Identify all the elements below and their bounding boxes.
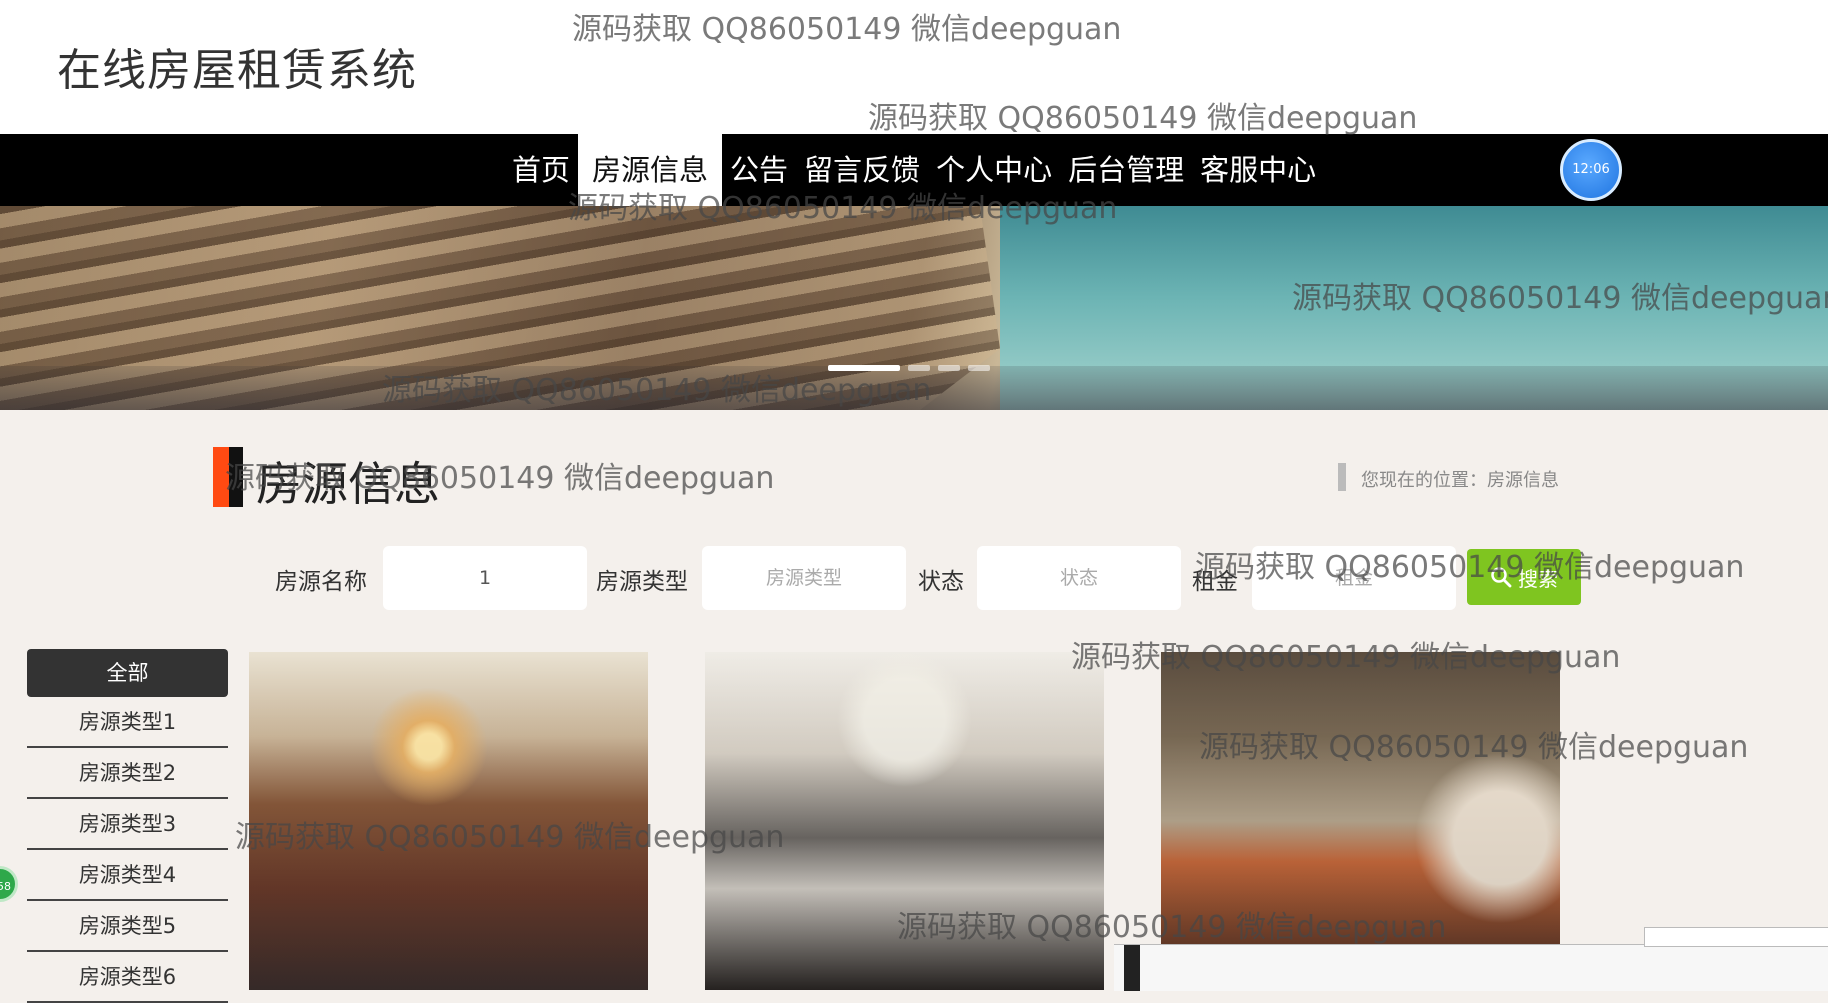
site-title: 在线房屋租赁系统 <box>57 45 417 96</box>
image-shade <box>705 652 1104 990</box>
section-title-accent <box>213 447 243 507</box>
toolbar-top-strip <box>1644 927 1828 947</box>
carousel-dot-4[interactable] <box>968 365 990 371</box>
side-float-badge[interactable]: 58 <box>0 866 18 902</box>
carousel-dot-3[interactable] <box>938 365 960 371</box>
image-shade <box>249 652 648 990</box>
search-icon <box>1491 567 1512 588</box>
section-title: 房源信息 <box>256 457 440 511</box>
category-item[interactable]: 房源类型4 <box>27 851 228 901</box>
breadcrumb-accent <box>1338 463 1346 491</box>
nav-item-support[interactable]: 客服中心 <box>1192 134 1324 206</box>
carousel-dot-2[interactable] <box>908 365 930 371</box>
main-navbar: 首页 房源信息 公告 留言反馈 个人中心 后台管理 客服中心 <box>0 134 1828 206</box>
banner-carousel <box>0 206 1828 410</box>
type-label: 房源类型 <box>596 569 688 595</box>
clock-widget: 12:06 <box>1560 139 1622 201</box>
category-item[interactable]: 房源类型1 <box>27 698 228 748</box>
carousel-indicators <box>828 365 990 371</box>
carousel-dot-1[interactable] <box>828 365 900 371</box>
listing-card-image[interactable] <box>249 652 648 990</box>
nav-item-home[interactable]: 首页 <box>504 134 578 206</box>
category-list: 全部 房源类型1 房源类型2 房源类型3 房源类型4 房源类型5 房源类型6 <box>27 649 228 1003</box>
site-header: 在线房屋租赁系统 <box>0 0 1828 134</box>
name-label: 房源名称 <box>275 569 367 595</box>
nav-item-admin[interactable]: 后台管理 <box>1060 134 1192 206</box>
rent-label: 租金 <box>1192 569 1238 595</box>
search-button-label: 搜索 <box>1518 566 1558 591</box>
breadcrumb: 您现在的位置：房源信息 <box>1361 470 1559 491</box>
nav-item-profile[interactable]: 个人中心 <box>928 134 1060 206</box>
search-button[interactable]: 搜索 <box>1467 549 1581 605</box>
toolbar-edge <box>1124 945 1140 991</box>
status-label: 状态 <box>918 569 964 595</box>
listing-card-image[interactable] <box>705 652 1104 990</box>
listing-card-image[interactable] <box>1161 652 1560 990</box>
nav-item-listings[interactable]: 房源信息 <box>578 134 723 206</box>
category-item[interactable]: 房源类型6 <box>27 953 228 1003</box>
name-input[interactable] <box>383 546 587 610</box>
nav-menu: 首页 房源信息 公告 留言反馈 个人中心 后台管理 客服中心 <box>504 134 1324 206</box>
type-input[interactable] <box>702 546 906 610</box>
status-input[interactable] <box>977 546 1181 610</box>
category-item[interactable]: 房源类型5 <box>27 902 228 952</box>
nav-item-feedback[interactable]: 留言反馈 <box>796 134 928 206</box>
category-item[interactable]: 房源类型3 <box>27 800 228 850</box>
nav-item-announcements[interactable]: 公告 <box>722 134 796 206</box>
overlay-toolbar <box>1114 927 1828 991</box>
category-all[interactable]: 全部 <box>27 649 228 697</box>
category-item[interactable]: 房源类型2 <box>27 749 228 799</box>
image-shade <box>1161 652 1560 990</box>
rent-input[interactable] <box>1252 546 1456 610</box>
banner-image-shore <box>0 366 1828 410</box>
